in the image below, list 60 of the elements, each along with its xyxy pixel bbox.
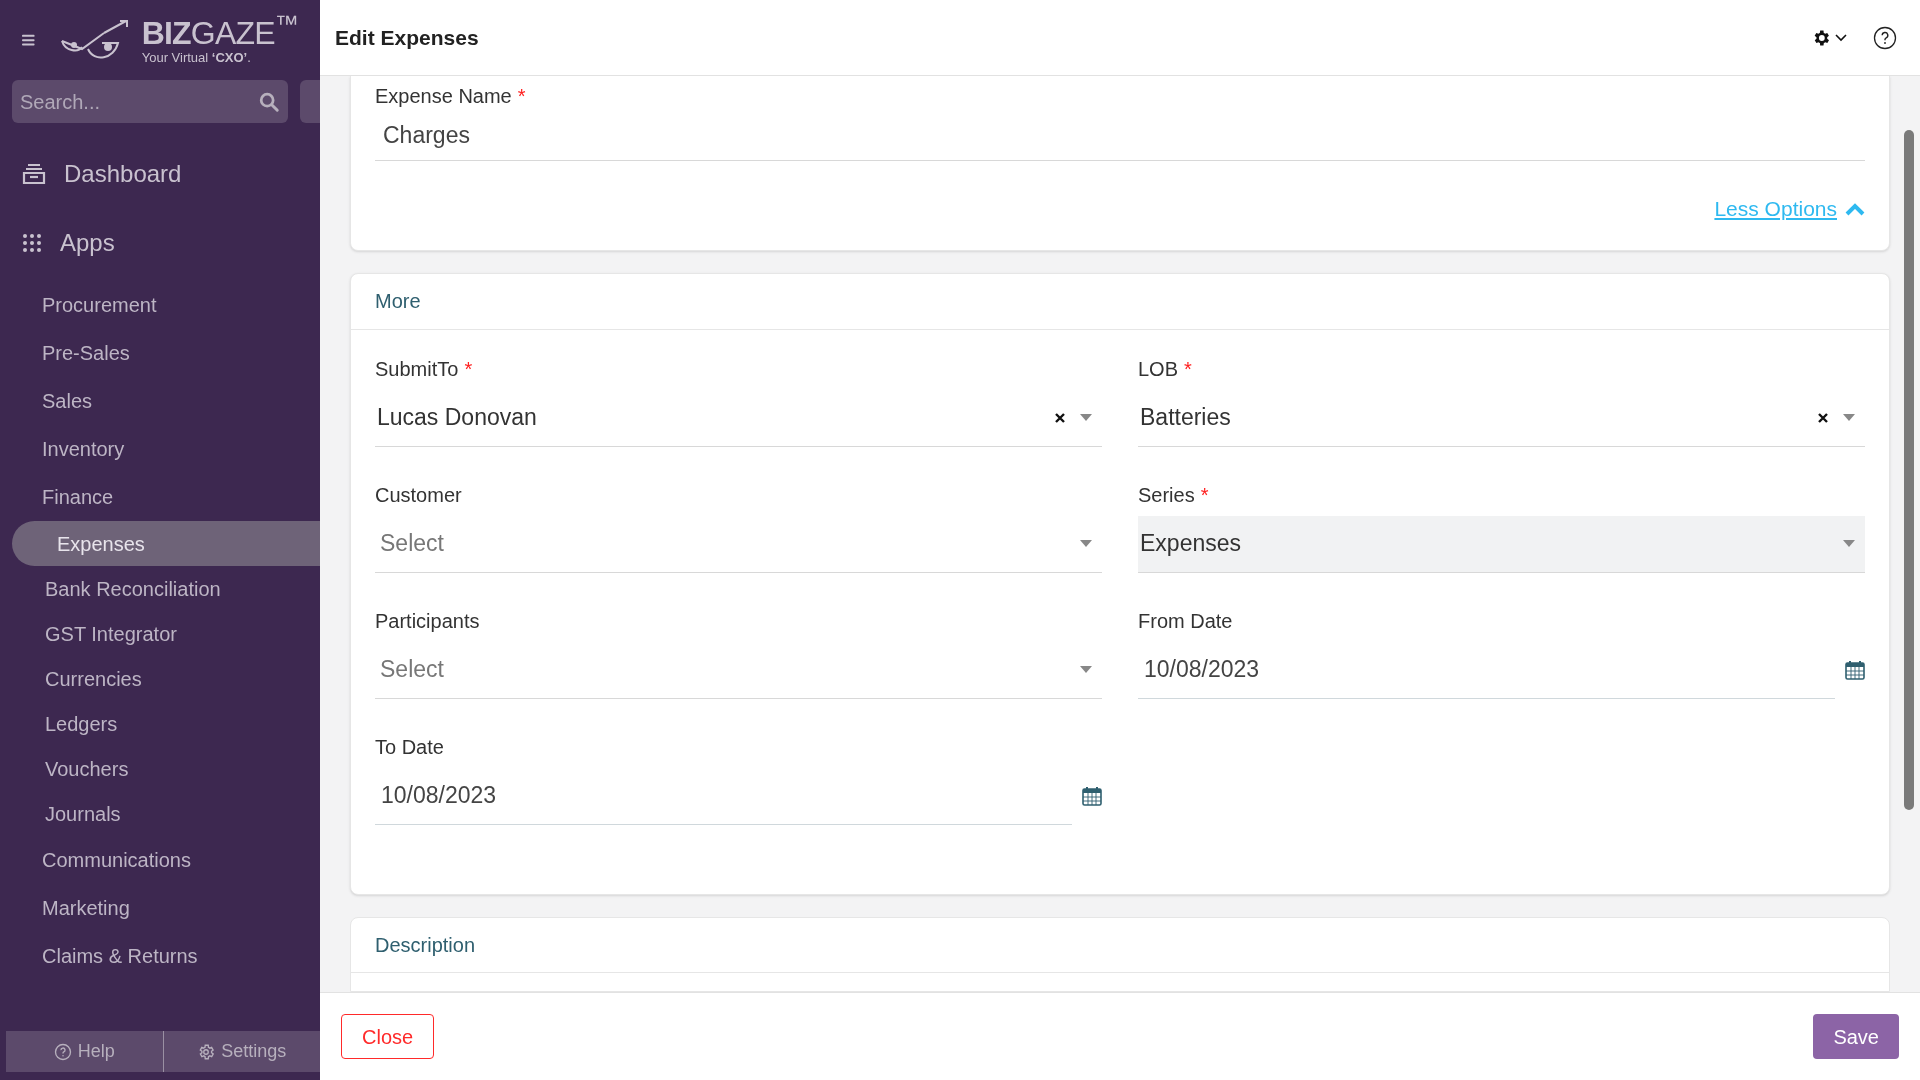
close-button[interactable]: Close bbox=[341, 1014, 435, 1059]
nav-item[interactable]: GST Integrator bbox=[0, 611, 320, 656]
required-asterisk: * bbox=[517, 85, 526, 107]
nav-item[interactable]: Ledgers bbox=[0, 701, 320, 746]
required-asterisk: * bbox=[1184, 357, 1192, 380]
dropdown-caret-icon bbox=[1843, 414, 1855, 421]
nav-section[interactable]: Apps bbox=[0, 208, 320, 277]
nav-item[interactable]: Inventory bbox=[0, 425, 320, 473]
dropdown-caret-icon bbox=[1080, 666, 1092, 673]
date-input[interactable]: 10/08/2023 bbox=[375, 767, 1072, 825]
field-label: To Date bbox=[375, 734, 445, 760]
dropdown-caret-icon bbox=[1080, 414, 1092, 421]
save-button[interactable]: Save bbox=[1813, 1014, 1899, 1059]
search-field[interactable]: Search... bbox=[12, 80, 289, 123]
nav-section[interactable]: Dashboard bbox=[0, 139, 320, 208]
field-label: SubmitTo * bbox=[375, 356, 474, 382]
date-input[interactable]: 10/08/2023 bbox=[1138, 641, 1835, 699]
page-title: Edit Expenses bbox=[335, 24, 480, 51]
required-asterisk: * bbox=[1200, 483, 1209, 506]
required-asterisk: * bbox=[464, 357, 473, 380]
field-label: Expense Name * bbox=[375, 84, 527, 109]
nav-item[interactable]: Sales bbox=[0, 377, 320, 425]
field-label: From Date bbox=[1138, 608, 1234, 634]
search-icon[interactable] bbox=[258, 90, 281, 113]
search-input[interactable]: Search... bbox=[20, 86, 259, 117]
section-title: More bbox=[375, 289, 421, 314]
nav-item[interactable]: Pre-Sales bbox=[0, 329, 320, 377]
settings-icon bbox=[197, 1042, 216, 1061]
clear-icon[interactable] bbox=[1817, 411, 1829, 424]
nav-item[interactable]: Journals bbox=[0, 791, 320, 836]
nav-item[interactable]: Currencies bbox=[0, 656, 320, 701]
help-button[interactable]: Help bbox=[6, 1031, 163, 1072]
nav-item[interactable]: Expenses bbox=[12, 521, 320, 566]
nav-item[interactable]: Finance bbox=[0, 473, 320, 521]
section-title: Description bbox=[375, 932, 476, 958]
nav-item[interactable]: Vouchers bbox=[0, 746, 320, 791]
inbox-tray-icon bbox=[22, 162, 46, 185]
field-label: LOB * bbox=[1138, 356, 1193, 382]
expense-name-field[interactable]: Charges bbox=[375, 111, 1865, 161]
logo-tagline: Your Virtual ‘CXO’. bbox=[141, 50, 252, 64]
help-icon bbox=[53, 1042, 72, 1061]
nav-item[interactable]: Bank Reconciliation bbox=[0, 566, 320, 611]
logo-wordmark: BIZGAZE$^{™}$ bbox=[141, 16, 298, 49]
calendar-icon[interactable] bbox=[1845, 660, 1865, 680]
chevron-down-icon bbox=[1835, 33, 1847, 42]
nav-item[interactable]: Marketing bbox=[0, 884, 320, 932]
sidebar-toggle[interactable] bbox=[300, 80, 320, 123]
nav-item[interactable]: Procurement bbox=[0, 281, 320, 329]
field-label: Customer bbox=[375, 482, 463, 508]
dropdown-caret-icon bbox=[1080, 540, 1092, 547]
dropdown-caret-icon bbox=[1843, 540, 1855, 547]
grid-icon bbox=[22, 232, 42, 253]
calendar-icon[interactable] bbox=[1082, 786, 1102, 806]
nav-item[interactable]: Claims & Returns bbox=[0, 932, 320, 980]
clear-icon[interactable] bbox=[1054, 411, 1066, 424]
field-label: Participants bbox=[375, 608, 481, 634]
chevron-up-icon bbox=[1845, 201, 1865, 216]
help-icon[interactable] bbox=[1873, 25, 1897, 50]
nav-item[interactable]: Communications bbox=[0, 836, 320, 884]
field-label: Series * bbox=[1138, 482, 1210, 508]
